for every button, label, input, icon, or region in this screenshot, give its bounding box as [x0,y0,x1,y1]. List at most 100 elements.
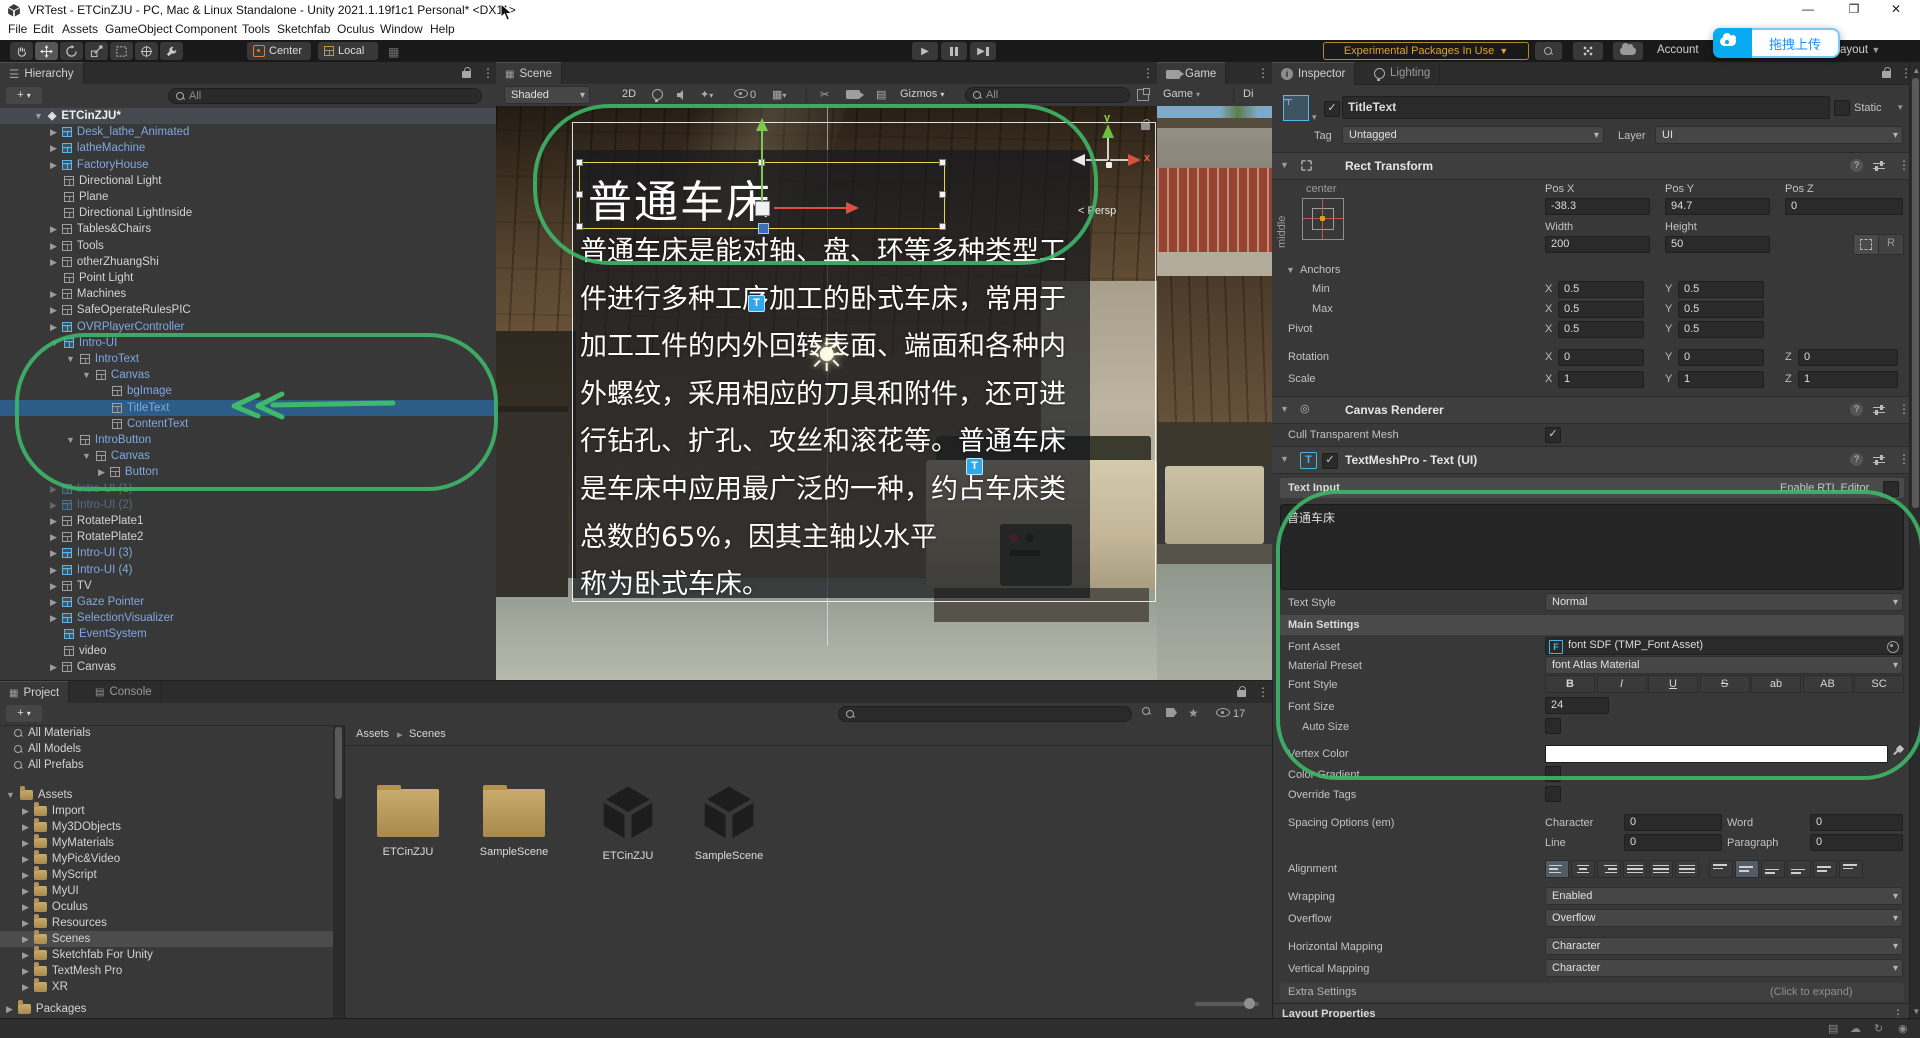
hierarchy-item-gaze-pointer[interactable]: ▶Gaze Pointer [0,594,496,610]
asset-zoom-slider[interactable] [1195,1002,1259,1006]
hierarchy-item-canvas[interactable]: ▶Canvas [0,659,496,675]
foldout-arrow[interactable]: ▶ [50,562,57,578]
tag-dropdown[interactable]: Untagged [1342,126,1604,144]
presets-icon[interactable] [1873,405,1885,415]
foldout-arrow[interactable]: ▶ [6,1001,13,1017]
directional-light-gizmo[interactable]: ☀ [806,328,847,382]
extra-settings-bar[interactable]: Extra Settings (Click to expand) [1280,983,1904,1001]
foldout-arrow[interactable]: ▼ [6,787,15,803]
game-viewport[interactable] [1157,106,1272,680]
foldout-arrow[interactable]: ▶ [50,659,57,675]
static-chevron[interactable]: ▾ [1898,102,1903,113]
font-style-sc[interactable]: SC [1854,675,1904,693]
align-flush-button[interactable] [1649,860,1673,878]
custom-tool-button[interactable] [160,42,183,60]
breadcrumb-scenes[interactable]: Scenes [409,728,446,740]
tab-scene[interactable]: ▦Scene [496,62,562,85]
hierarchy-item-video[interactable]: video [0,643,496,659]
tmp-gizmo-icon[interactable]: T [966,458,983,475]
pos-y-field[interactable]: 94.7 [1665,198,1770,215]
rect-handle[interactable] [939,159,946,166]
hierarchy-item-tables-chairs[interactable]: ▶Tables&Chairs [0,221,496,237]
raw-edit-button[interactable]: R [1878,234,1904,255]
eyedropper-icon[interactable] [1892,746,1905,759]
pivot-x-field[interactable]: 0.5 [1558,321,1644,338]
hierarchy-item-plane[interactable]: Plane [0,189,496,205]
tmp-text-header[interactable]: ▼ T ✓ TextMeshPro - Text (UI) ? ⋮ [1272,446,1909,474]
foldout-arrow[interactable]: ▶ [22,883,29,899]
valign-bottom-button[interactable] [1761,860,1785,878]
tab-hierarchy[interactable]: ☰Hierarchy [0,62,84,85]
hierarchy-item-point-light[interactable]: Point Light [0,270,496,286]
menu-gameobject[interactable]: GameObject [105,22,172,36]
font-style-ab[interactable]: ab [1751,675,1801,693]
rotation-y-field[interactable]: 0 [1678,349,1764,366]
grid-snap-icon[interactable]: ▦ [388,45,399,59]
project-tree-item-myscript[interactable]: ▶MyScript [0,867,333,883]
hierarchy-item-machines[interactable]: ▶Machines [0,286,496,302]
layout-dropdown[interactable]: ayout ▼ [1840,44,1880,56]
hierarchy-item-intro-ui[interactable]: ▼Intro-UI [0,335,496,351]
scale-x-field[interactable]: 1 [1558,371,1644,388]
experimental-packages-badge[interactable]: Experimental Packages In Use▼ [1323,42,1529,60]
font-style-u[interactable]: U [1648,675,1698,693]
create-asset-button[interactable]: + ▾ [6,705,42,722]
foldout-arrow[interactable]: ▶ [50,302,57,318]
foldout-arrow[interactable]: ▶ [50,124,57,140]
help-icon[interactable]: ? [1850,403,1863,416]
font-size-field[interactable]: 24 [1545,697,1609,714]
foldout-arrow[interactable]: ▶ [50,319,57,335]
anchors-min-y-field[interactable]: 0.5 [1678,281,1764,298]
canvas-renderer-header[interactable]: ▼ ◎ Canvas Renderer ? ⋮ [1272,396,1909,424]
help-icon[interactable]: ? [1850,453,1863,466]
icon-picker-chevron[interactable]: ▾ [1312,112,1317,123]
foldout-arrow[interactable]: ▶ [50,497,57,513]
foldout-arrow[interactable]: ▶ [22,979,29,995]
hierarchy-item-tv[interactable]: ▶TV [0,578,496,594]
hierarchy-item-intro-ui-2-[interactable]: ▶Intro-UI (2) [0,497,496,513]
menu-oculus[interactable]: Oculus [337,22,374,36]
project-menu-icon[interactable]: ⋮ [1257,685,1269,699]
hierarchy-item-intro-ui-4-[interactable]: ▶Intro-UI (4) [0,562,496,578]
game-display-dropdown[interactable]: Game ▾ [1163,88,1200,100]
shading-mode-dropdown[interactable]: Shaded [504,86,590,104]
hierarchy-item-ovrplayercontroller[interactable]: ▶OVRPlayerController [0,319,496,335]
breadcrumb-assets[interactable]: Assets [356,728,389,740]
foldout-arrow[interactable]: ▼ [50,335,59,351]
hierarchy-item-tools[interactable]: ▶Tools [0,238,496,254]
hierarchy-item-desk-lathe-animated[interactable]: ▶Desk_lathe_Animated [0,124,496,140]
font-style-ab[interactable]: AB [1803,675,1853,693]
project-tree-item-xr[interactable]: ▶XR [0,979,333,995]
color-gradient-checkbox[interactable] [1545,766,1561,782]
overflow-dropdown[interactable]: Overflow [1545,909,1903,927]
foldout-arrow[interactable]: ▶ [50,594,57,610]
horizontal-mapping-dropdown[interactable]: Character [1545,937,1903,955]
transform-tool-button[interactable] [135,42,158,60]
wrapping-dropdown[interactable]: Enabled [1545,887,1903,905]
menu-window[interactable]: Window [380,22,423,36]
hierarchy-item-rotateplate2[interactable]: ▶RotatePlate2 [0,529,496,545]
foldout-arrow[interactable]: ▶ [50,529,57,545]
orientation-toggle-button[interactable]: Local [318,42,378,60]
line-spacing-field[interactable]: 0 [1624,834,1722,851]
tab-inspector[interactable]: iInspector [1272,62,1355,85]
menu-file[interactable]: File [8,22,27,36]
foldout-arrow[interactable]: ▼ [66,432,75,448]
hierarchy-item-factoryhouse[interactable]: ▶FactoryHouse [0,157,496,173]
font-style-b[interactable]: B [1545,675,1595,693]
menu-help[interactable]: Help [430,22,455,36]
hierarchy-item-canvas[interactable]: ▼Canvas [0,448,496,464]
font-asset-object-field[interactable]: F font SDF (TMP_Font Asset) [1545,637,1903,655]
project-search-input[interactable] [838,706,1132,722]
minimize-button[interactable]: — [1788,0,1828,20]
anchor-preset-widget[interactable] [1302,198,1344,240]
text-style-dropdown[interactable]: Normal [1545,593,1903,611]
rotate-tool-button[interactable] [60,42,83,60]
scene-lighting-icon[interactable] [652,89,663,100]
2d-toggle[interactable]: 2D [622,88,636,100]
status-console-icon[interactable]: ▤ [1828,1022,1838,1035]
account-dropdown[interactable]: Account [1657,44,1699,56]
rect-handle[interactable] [939,191,946,198]
font-style-s[interactable]: S [1700,675,1750,693]
foldout-arrow[interactable]: ▼ [82,448,91,464]
